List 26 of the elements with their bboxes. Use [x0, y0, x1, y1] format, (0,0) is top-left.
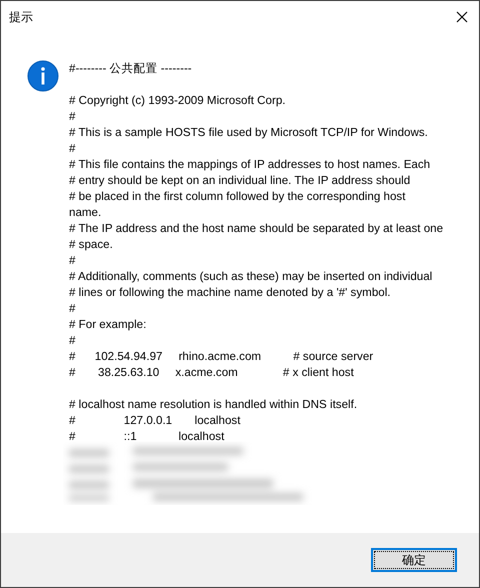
message-line: # lines or following the machine name denoted by a '#' symbol.	[69, 285, 391, 301]
message-line: #	[69, 301, 76, 317]
message-line: # For example:	[69, 317, 146, 333]
message-line: name.	[69, 205, 102, 221]
message-line: # entry should be kept on an individual line. The IP address should	[69, 173, 410, 189]
message-line: # The IP address and the host name should be separated by at least one	[69, 221, 444, 237]
close-icon	[456, 11, 468, 23]
message-line: #	[69, 253, 76, 269]
info-icon	[27, 60, 59, 92]
message-line: # Copyright (c) 1993-2009 Microsoft Corp.	[69, 93, 286, 109]
message-line: # Additionally, comments (such as these) may be inserted on individual	[69, 269, 432, 285]
message-line: # 38.25.63.10 x.acme.com # x client host	[69, 365, 354, 381]
message-line: # This file contains the mappings of IP addresses to host names. Each	[69, 157, 430, 173]
message-line: # ::1 localhost	[69, 429, 224, 445]
ok-button[interactable]: 确定	[371, 548, 457, 572]
message-line: # be placed in the first column followed by the corresponding host	[69, 189, 406, 205]
message-line: # 127.0.0.1 localhost	[69, 413, 240, 429]
message-line: #	[69, 333, 76, 349]
message-line: #	[69, 141, 76, 157]
message-line: # localhost name resolution is handled within DNS itself.	[69, 397, 358, 413]
message-line: #-------- 公共配置 --------	[69, 61, 192, 77]
message-line: # 102.54.94.97 rhino.acme.com # source server	[69, 349, 374, 365]
window-title: 提示	[9, 9, 34, 26]
message-line: #	[69, 109, 76, 125]
message-line: # space.	[69, 237, 113, 253]
message-line: # This is a sample HOSTS file used by Microsoft TCP/IP for Windows.	[69, 125, 428, 141]
